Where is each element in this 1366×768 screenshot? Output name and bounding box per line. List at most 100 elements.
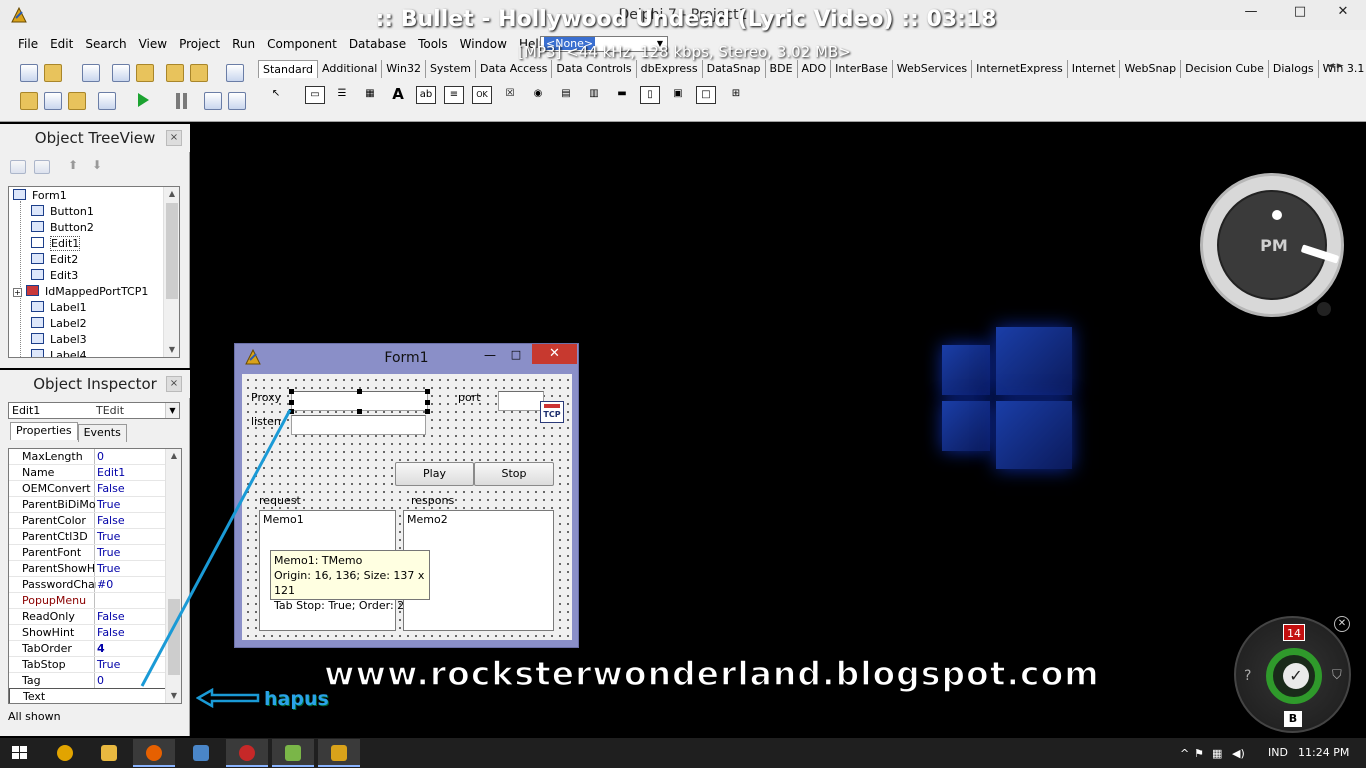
security-gadget[interactable]: 14 ✓ ? ⛉ B: [1234, 616, 1351, 733]
property-row-passwordchar[interactable]: PasswordChar #0: [9, 577, 167, 593]
start-button[interactable]: [0, 738, 40, 768]
pause-icon[interactable]: [176, 93, 187, 111]
listen-label[interactable]: listen: [251, 415, 281, 428]
tree-node-label3[interactable]: Label3: [31, 332, 87, 348]
property-row-name[interactable]: Name Edit1: [9, 465, 167, 481]
scroll-down-icon[interactable]: ▼: [166, 689, 181, 703]
port-edit[interactable]: [498, 391, 544, 411]
palette-tab-data-controls[interactable]: Data Controls: [552, 60, 637, 78]
property-row-parentbidimode[interactable]: ParentBiDiModeTrue: [9, 497, 167, 513]
taskbar-media-button[interactable]: [272, 739, 314, 767]
palette-tab-dbexpress[interactable]: dbExpress: [637, 60, 703, 78]
label-component-icon[interactable]: A: [388, 86, 408, 104]
palette-tab-internet[interactable]: Internet: [1068, 60, 1121, 78]
property-row-showhint[interactable]: ShowHint False: [9, 625, 167, 641]
add-file-icon[interactable]: [166, 64, 184, 82]
network-status-icon[interactable]: ▦: [1212, 747, 1222, 760]
tree-node-label1[interactable]: Label1: [31, 300, 87, 316]
taskbar-delphi-button[interactable]: [318, 739, 360, 767]
palette-tab-interbase[interactable]: InterBase: [831, 60, 893, 78]
show-hidden-icons-icon[interactable]: ^: [1180, 747, 1189, 760]
listbox-component-icon[interactable]: ▤: [556, 86, 576, 104]
radiobutton-component-icon[interactable]: ◉: [528, 86, 548, 104]
frames-icon[interactable]: ▭: [305, 86, 325, 104]
save-all-icon[interactable]: [112, 64, 130, 82]
scroll-up-icon[interactable]: ▲: [166, 449, 181, 463]
open-icon[interactable]: [44, 64, 62, 82]
property-row-text[interactable]: Text: [9, 688, 167, 703]
save-icon[interactable]: [82, 64, 100, 82]
property-value[interactable]: 0: [97, 673, 104, 689]
palette-tab-system[interactable]: System: [426, 60, 476, 78]
combobox-component-icon[interactable]: ▥: [584, 86, 604, 104]
tree-node-idmappedporttcp1[interactable]: + IdMappedPortTCP1: [13, 284, 148, 300]
tab-properties[interactable]: Properties: [10, 422, 78, 440]
remove-file-icon[interactable]: [190, 64, 208, 82]
palette-tab-ado[interactable]: ADO: [798, 60, 832, 78]
proxy-edit[interactable]: [291, 391, 428, 411]
property-value[interactable]: #0: [97, 577, 113, 593]
form1-minimize-button[interactable]: —: [479, 346, 501, 366]
groupbox-component-icon[interactable]: ▯: [640, 86, 660, 104]
clock-gadget[interactable]: PM: [1200, 173, 1344, 317]
selection-handle[interactable]: [425, 409, 430, 414]
step-over-icon[interactable]: [228, 92, 246, 110]
trace-into-icon[interactable]: [204, 92, 222, 110]
property-row-popupmenu[interactable]: PopupMenu: [9, 593, 167, 609]
tree-node-edit3[interactable]: Edit3: [31, 268, 78, 284]
palette-tab-standard[interactable]: Standard: [258, 60, 319, 78]
property-scrollbar[interactable]: ▲ ▼: [165, 449, 181, 703]
selection-handle[interactable]: [357, 389, 362, 394]
open-project-icon[interactable]: [136, 64, 154, 82]
property-row-maxlength[interactable]: MaxLength 0: [9, 449, 167, 465]
property-row-oemconvert[interactable]: OEMConvert False: [9, 481, 167, 497]
property-value[interactable]: True: [97, 497, 120, 513]
view-form-icon[interactable]: [44, 92, 62, 110]
object-tree[interactable]: Form1 Button1 Button2 Edit1 Edit2 Edit3 …: [8, 186, 180, 358]
palette-scroll-arrows[interactable]: ◄ ►: [1327, 61, 1344, 71]
property-value[interactable]: False: [97, 625, 125, 641]
palette-tab-bde[interactable]: BDE: [766, 60, 798, 78]
respons-label[interactable]: respons: [411, 494, 454, 507]
new-item-icon[interactable]: [10, 160, 26, 174]
palette-tab-decision-cube[interactable]: Decision Cube: [1181, 60, 1269, 78]
property-value[interactable]: False: [97, 481, 125, 497]
tree-node-label4[interactable]: Label4: [31, 348, 87, 357]
object-selector-combo[interactable]: Edit1 TEdit ▼: [8, 402, 180, 419]
chevron-down-icon[interactable]: ▼: [165, 403, 179, 418]
scrollbar-component-icon[interactable]: ▬: [612, 86, 632, 104]
property-scroll-thumb[interactable]: [168, 599, 180, 675]
property-value[interactable]: True: [97, 529, 120, 545]
new-icon[interactable]: [20, 64, 38, 82]
property-row-parentfont[interactable]: ParentFont True: [9, 545, 167, 561]
palette-tab-datasnap[interactable]: DataSnap: [703, 60, 766, 78]
property-value[interactable]: 0: [97, 449, 104, 465]
tree-node-button1[interactable]: Button1: [31, 204, 94, 220]
request-label[interactable]: request: [259, 494, 301, 507]
tree-node-label2[interactable]: Label2: [31, 316, 87, 332]
taskbar-search-button[interactable]: [44, 739, 86, 767]
idmappedporttcp-icon[interactable]: TCP: [540, 401, 564, 423]
palette-tab-websnap[interactable]: WebSnap: [1120, 60, 1182, 78]
form1-titlebar[interactable]: Form1 — □ ✕: [235, 344, 578, 370]
selection-handle[interactable]: [425, 400, 430, 405]
edit-component-icon[interactable]: ab: [416, 86, 436, 104]
property-row-parentctl3d[interactable]: ParentCtl3D True: [9, 529, 167, 545]
palette-tab-dialogs[interactable]: Dialogs: [1269, 60, 1319, 78]
property-value[interactable]: 4: [97, 641, 105, 657]
volume-icon[interactable]: ◀): [1232, 747, 1245, 760]
tree-node-form1[interactable]: Form1: [13, 188, 67, 204]
expand-icon[interactable]: +: [13, 288, 22, 297]
palette-tab-data-access[interactable]: Data Access: [476, 60, 553, 78]
button-component-icon[interactable]: OK: [472, 86, 492, 104]
input-language-indicator[interactable]: IND: [1268, 746, 1288, 759]
tree-node-edit2[interactable]: Edit2: [31, 252, 78, 268]
popupmenu-icon[interactable]: ▦: [360, 86, 380, 104]
property-value[interactable]: False: [97, 609, 125, 625]
help-book-icon[interactable]: [226, 64, 244, 82]
stop-button[interactable]: Stop: [474, 462, 554, 486]
selection-handle[interactable]: [425, 389, 430, 394]
shield-icon[interactable]: ⛉: [1332, 668, 1342, 683]
scroll-up-icon[interactable]: ▲: [164, 187, 179, 201]
move-down-icon[interactable]: ⬇: [92, 158, 110, 176]
